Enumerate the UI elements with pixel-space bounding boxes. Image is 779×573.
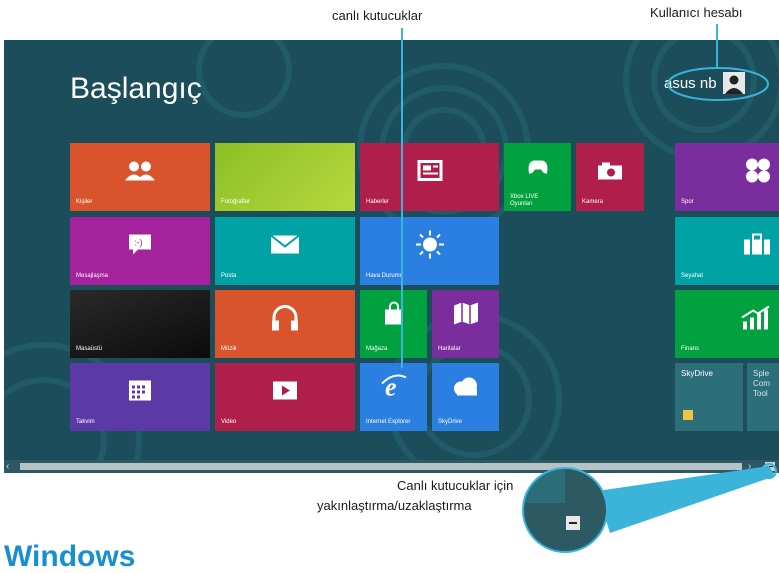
tile-haberler[interactable]: Haberler (360, 143, 499, 211)
news-icon (417, 159, 443, 186)
tile-label-line1: Xbox LIVE (510, 194, 539, 200)
chart-growth-icon (741, 305, 771, 334)
tile-skydrive-live[interactable]: SkyDrive (675, 363, 743, 431)
callout-live-tiles: canlı kutucuklar (332, 8, 423, 23)
tile-label: Mesajlaşma (76, 273, 109, 279)
tile-label: Fotoğraflar (221, 199, 251, 205)
callout-zoom-line2: yakınlaştırma/uzaklaştırma (317, 498, 472, 513)
tile-title-line3: Tool (753, 389, 768, 398)
tile-splashtop[interactable]: Sple Com Tool (747, 363, 779, 431)
tile-label: Mağaza (366, 346, 388, 352)
start-title: Başlangıç (70, 72, 202, 105)
tile-label: Internet Explorer (366, 419, 411, 425)
user-account[interactable]: asus nb (664, 68, 745, 98)
camera-icon (597, 160, 623, 185)
tile-label: Haberler (366, 199, 390, 205)
internet-explorer-icon: e (380, 372, 408, 404)
tile-haritalar[interactable]: Haritalar (432, 290, 499, 358)
callout-user-account: Kullanıcı hesabı (650, 5, 743, 20)
tile-label: Kamera (582, 199, 604, 205)
tile-title-line2: Com (753, 379, 770, 388)
folder-icon (683, 407, 693, 425)
callout-zoom-line1: Canlı kutucuklar için (397, 478, 514, 493)
tile-internet-explorer[interactable]: e Internet Explorer (360, 363, 427, 431)
tile-label-line2: Oyunları (510, 201, 533, 207)
tile-magaza[interactable]: Mağaza (360, 290, 427, 358)
video-play-icon (272, 380, 298, 405)
suitcase-icon (743, 233, 771, 260)
scroll-thumb[interactable] (20, 463, 742, 470)
tile-masaustu[interactable]: Masaüstü (70, 290, 210, 358)
tile-kamera[interactable]: Kamera (576, 143, 644, 211)
tile-label: Video (221, 419, 237, 425)
tile-label: Posta (221, 273, 237, 279)
windows-heading-partial: Windows (4, 542, 135, 572)
semantic-zoom-button[interactable] (765, 462, 775, 471)
tile-label: SkyDrive (438, 419, 463, 425)
scroll-left-arrow-icon[interactable]: ‹ (6, 460, 16, 473)
tile-title: SkyDrive (681, 369, 714, 378)
tile-label: Spor (681, 199, 694, 205)
tile-xbox[interactable]: Xbox LIVE Oyunları (504, 143, 571, 211)
people-icon (124, 160, 156, 185)
mail-icon (270, 234, 300, 259)
tile-title: Sple Com Tool (753, 369, 770, 399)
sports-balls-icon (745, 157, 771, 188)
tile-title-line1: Sple (753, 369, 770, 378)
tile-hava-durumu[interactable]: Hava Durumu (360, 217, 499, 285)
scroll-right-arrow-icon[interactable]: › (748, 460, 758, 473)
tile-seyahat[interactable]: Seyahat (675, 217, 779, 285)
tile-skydrive[interactable]: SkyDrive (432, 363, 499, 431)
tile-fotograflar[interactable]: Fotoğraflar (215, 143, 355, 211)
tile-takvim[interactable]: Takvim (70, 363, 210, 431)
messaging-icon: :-) (128, 233, 152, 260)
user-avatar-icon (722, 72, 745, 94)
calendar-icon (128, 379, 152, 406)
tile-label: Seyahat (681, 273, 704, 279)
tile-label: Haritalar (438, 346, 461, 352)
tile-label: Takvim (76, 419, 95, 425)
start-screen: Başlangıç asus nb Kişiler Fotoğraflar Ha… (4, 40, 779, 473)
shopping-bag-icon (383, 301, 405, 330)
tile-kisiler[interactable]: Kişiler (70, 143, 210, 211)
tile-label: Finans (681, 346, 700, 352)
user-name: asus nb (664, 74, 717, 92)
tile-video[interactable]: Video (215, 363, 355, 431)
tile-muzik[interactable]: Müzik (215, 290, 355, 358)
cloud-icon (451, 376, 481, 401)
svg-text::-): :-) (134, 237, 143, 247)
map-icon (453, 301, 479, 330)
tile-mesajlasma[interactable]: :-) Mesajlaşma (70, 217, 210, 285)
sun-icon (415, 230, 444, 263)
tile-posta[interactable]: Posta (215, 217, 355, 285)
tile-label: Müzik (221, 346, 237, 352)
tile-label: Hava Durumu (366, 273, 404, 279)
tile-label: Kişiler (76, 199, 93, 205)
magnifier-ring (522, 467, 608, 553)
headphones-icon (270, 303, 300, 336)
game-controller-icon (526, 157, 550, 180)
tile-label: Masaüstü (76, 346, 103, 352)
tile-spor[interactable]: Spor (675, 143, 779, 211)
tile-label: Xbox LIVE Oyunları (510, 194, 538, 208)
tile-finans[interactable]: Finans (675, 290, 779, 358)
horizontal-scrollbar[interactable]: ‹ › (4, 460, 779, 473)
magnifier-beam (597, 466, 775, 533)
windows-heading-text: Windows (4, 540, 136, 573)
